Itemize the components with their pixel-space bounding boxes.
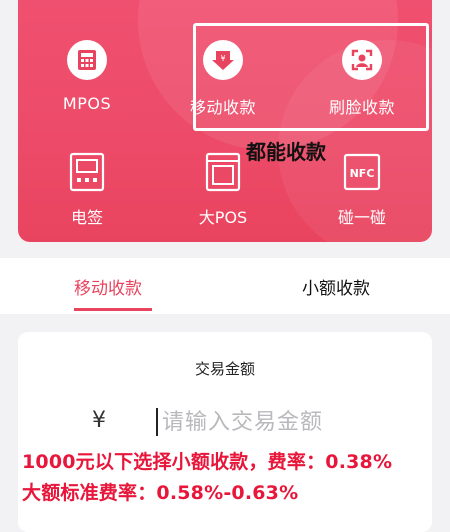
tab-bar: 移动收款 小额收款 xyxy=(0,258,450,314)
nfc-icon: NFC xyxy=(342,152,382,192)
transaction-amount-title: 交易金额 xyxy=(194,360,255,378)
currency-symbol: ¥ xyxy=(92,408,106,433)
method-label: 电签 xyxy=(70,208,103,227)
method-mpos[interactable]: MPOS xyxy=(27,40,147,113)
nfc-icon-text: NFC xyxy=(350,167,375,180)
tab-mobile-payment[interactable]: 移动收款 xyxy=(74,274,142,299)
method-label: 大POS xyxy=(198,208,248,227)
pos-machine-icon xyxy=(203,152,243,192)
calculator-icon xyxy=(67,40,107,80)
terminal-icon xyxy=(67,152,107,192)
highlight-frame xyxy=(193,23,429,131)
payment-methods-panel: MPOS ¥ 移动收款 刷脸收款 电签 大POS NFC 碰一碰 xyxy=(18,0,432,242)
annotation-all-can-collect: 都能收款 xyxy=(246,140,326,164)
annotation-standard-rate: 大额标准费率：0.58%-0.63% xyxy=(22,482,299,504)
active-tab-indicator xyxy=(74,308,152,311)
method-e-sign[interactable]: 电签 xyxy=(27,152,147,228)
annotation-small-rate: 1000元以下选择小额收款，费率：0.38% xyxy=(22,451,393,473)
method-label: 碰一碰 xyxy=(337,208,386,227)
text-cursor xyxy=(156,408,158,436)
tab-small-payment[interactable]: 小额收款 xyxy=(302,274,370,299)
amount-input[interactable] xyxy=(160,404,414,440)
method-label: MPOS xyxy=(62,94,112,113)
